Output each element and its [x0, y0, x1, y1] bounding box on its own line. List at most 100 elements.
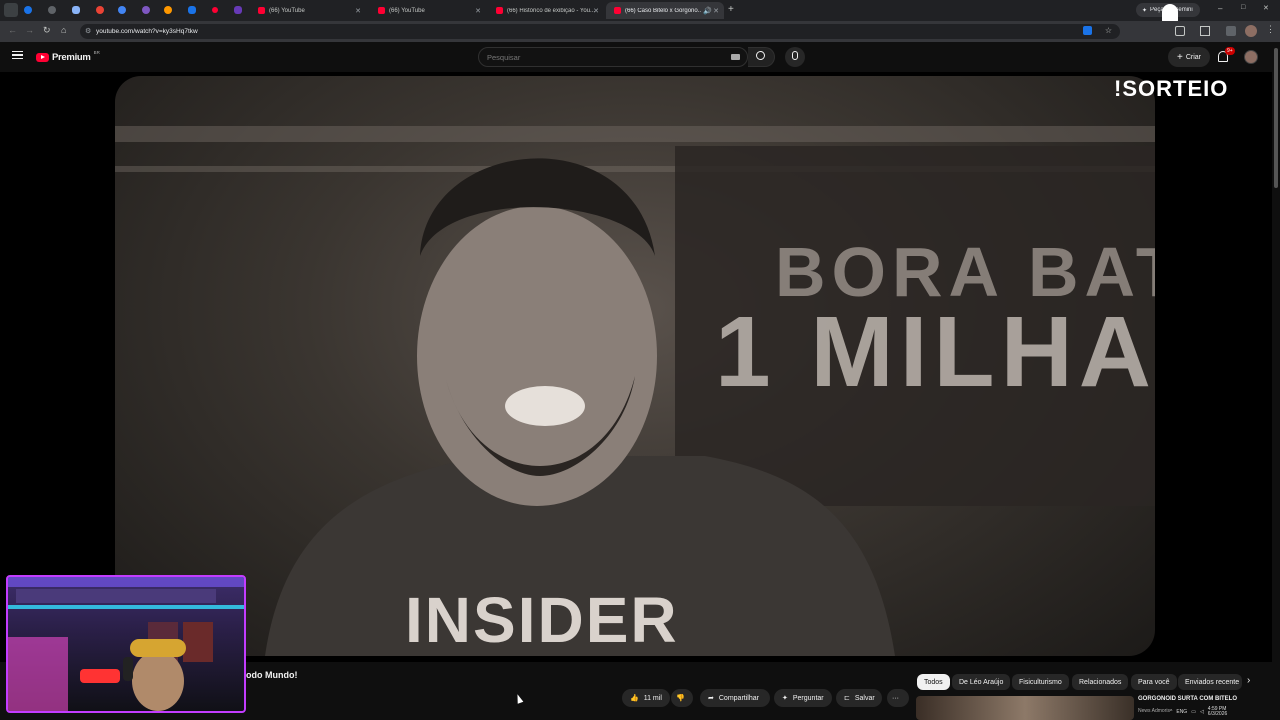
- chevron-right-icon[interactable]: ›: [1247, 675, 1250, 686]
- menu-icon[interactable]: ⋮: [1266, 24, 1275, 35]
- share-icon: ➦: [708, 695, 714, 702]
- tab-youtube-1[interactable]: (66) YouTube ✕: [250, 2, 366, 19]
- tab-active-video[interactable]: (66) Caso Bitelo x Gorgono... 🔊 ✕: [606, 2, 724, 19]
- mouse-pointer-icon: [514, 693, 524, 704]
- maximize-icon[interactable]: □: [1241, 4, 1245, 11]
- tab-search-icon[interactable]: [4, 3, 18, 17]
- youtube-header: Premium BR Pesquisar + Criar 9+: [0, 42, 1280, 72]
- pinned-tab-icon[interactable]: [212, 7, 218, 13]
- video-frame: BORA BAT 1 MILHA INSIDER: [115, 76, 1155, 656]
- pinned-tab-icon[interactable]: [48, 6, 56, 14]
- tab-group-icon[interactable]: [1200, 26, 1210, 36]
- cast-icon[interactable]: [1083, 26, 1092, 35]
- pinned-tab-icon[interactable]: [72, 6, 80, 14]
- like-count: 11 mil: [643, 694, 662, 702]
- dislike-button[interactable]: 👎: [671, 689, 693, 707]
- audio-playing-icon[interactable]: 🔊: [703, 7, 712, 15]
- clock[interactable]: 4:59 PM 6/3/2026: [1208, 707, 1227, 717]
- search-button[interactable]: [748, 47, 775, 67]
- home-icon[interactable]: ⌂: [61, 25, 66, 35]
- pinned-tab-icon[interactable]: [24, 6, 32, 14]
- chip-related[interactable]: Relacionados: [1072, 674, 1129, 690]
- tab-label: (66) Histórico de exibição - You...: [507, 7, 596, 14]
- tab-history[interactable]: (66) Histórico de exibição - You... ✕: [488, 2, 604, 19]
- network-icon[interactable]: ▭: [1191, 709, 1196, 715]
- tab-label: (66) YouTube: [269, 7, 305, 14]
- sorteio-overlay: !SORTEIO: [1114, 76, 1229, 101]
- keyboard-icon[interactable]: [731, 54, 740, 60]
- collectibles-shelf: [16, 589, 216, 603]
- youtube-logo[interactable]: Premium BR: [36, 50, 100, 63]
- downloads-icon[interactable]: [1226, 26, 1236, 36]
- volume-icon[interactable]: ◁: [1200, 709, 1204, 715]
- share-button[interactable]: ➦ Compartilhar: [700, 689, 770, 707]
- reload-icon[interactable]: ↻: [43, 25, 51, 36]
- video-player[interactable]: BORA BAT 1 MILHA INSIDER !SORTEIO: [0, 72, 1272, 662]
- pinned-tab-icon[interactable]: [164, 6, 172, 14]
- close-tab-icon[interactable]: ✕: [355, 7, 361, 15]
- chip-all[interactable]: Todos: [917, 674, 950, 690]
- person-face: [417, 206, 657, 506]
- shelf-light: [8, 577, 244, 587]
- close-tab-icon[interactable]: ✕: [593, 7, 599, 15]
- recommendation-channel[interactable]: News Admoris: [1138, 708, 1170, 714]
- new-tab-button[interactable]: +: [728, 4, 734, 15]
- minimize-icon[interactable]: –: [1218, 4, 1222, 13]
- language-indicator[interactable]: ENG: [1176, 709, 1187, 715]
- forward-icon[interactable]: →: [25, 25, 34, 35]
- back-icon[interactable]: ←: [8, 25, 17, 35]
- mic-icon: [792, 51, 798, 60]
- pinned-tab-icon[interactable]: [142, 6, 150, 14]
- microphone: [80, 669, 120, 683]
- hamburger-menu-icon[interactable]: [12, 51, 23, 59]
- create-button[interactable]: + Criar: [1168, 47, 1210, 67]
- close-tab-icon[interactable]: ✕: [713, 7, 719, 15]
- close-tab-icon[interactable]: ✕: [475, 7, 481, 15]
- recommendation-title[interactable]: GORGONOID SURTA COM BITELO: [1138, 696, 1237, 702]
- pinned-tab-icon[interactable]: [188, 6, 196, 14]
- background-text-line2: 1 MILHA: [715, 296, 1155, 408]
- person-teeth: [505, 386, 585, 426]
- chip-recent-uploads[interactable]: Enviados recente: [1178, 674, 1242, 690]
- extensions-icon[interactable]: [1175, 26, 1185, 36]
- youtube-favicon-icon: [614, 7, 621, 14]
- address-bar[interactable]: ⚙ youtube.com/watch?v=ky3sHq7tkw ☆: [80, 24, 1120, 39]
- logo-text: Premium: [52, 52, 91, 63]
- close-window-icon[interactable]: ✕: [1263, 4, 1269, 12]
- recommendation-thumbnail[interactable]: [916, 696, 1134, 720]
- search-input[interactable]: Pesquisar: [478, 47, 748, 67]
- logo-region: BR: [93, 50, 100, 55]
- like-button[interactable]: 👍 11 mil: [622, 689, 670, 707]
- neon-strip: [8, 605, 244, 609]
- youtube-favicon-icon: [258, 7, 265, 14]
- ask-button[interactable]: ✦ Perguntar: [774, 689, 832, 707]
- avatar[interactable]: [1244, 50, 1258, 64]
- pinned-tab-icon[interactable]: [234, 6, 242, 14]
- tab-youtube-2[interactable]: (66) YouTube ✕: [370, 2, 486, 19]
- create-label: Criar: [1185, 53, 1201, 61]
- save-button[interactable]: ⊏ Salvar: [836, 689, 882, 707]
- ask-label: Perguntar: [792, 694, 824, 702]
- headphones: [123, 657, 133, 681]
- bookmark-icon: ⊏: [844, 695, 850, 702]
- pink-light: [8, 637, 68, 711]
- chip-for-you[interactable]: Para você: [1131, 674, 1177, 690]
- star-icon[interactable]: ☆: [1105, 26, 1112, 35]
- pinned-tab-icon[interactable]: [118, 6, 126, 14]
- site-info-icon[interactable]: ⚙: [85, 27, 91, 35]
- thumbs-down-icon: 👎: [676, 695, 685, 702]
- more-actions-button[interactable]: ···: [887, 689, 909, 707]
- search-icon: [756, 51, 765, 60]
- profile-icon[interactable]: [1245, 25, 1257, 37]
- chip-channel[interactable]: De Léo Araújo: [952, 674, 1011, 690]
- scrollbar-thumb[interactable]: [1274, 48, 1278, 188]
- ceiling-light: [115, 126, 1155, 142]
- voice-search-button[interactable]: [785, 47, 805, 67]
- plus-icon: +: [1176, 51, 1183, 63]
- search-placeholder: Pesquisar: [487, 52, 521, 62]
- chevron-up-icon[interactable]: ^: [1170, 709, 1172, 715]
- pinned-tab-icon[interactable]: [96, 6, 104, 14]
- clock-date: 6/3/2026: [1207, 711, 1228, 717]
- gemini-sparkle-icon: ✦: [1142, 7, 1148, 14]
- chip-bodybuilding[interactable]: Fisiculturismo: [1012, 674, 1069, 690]
